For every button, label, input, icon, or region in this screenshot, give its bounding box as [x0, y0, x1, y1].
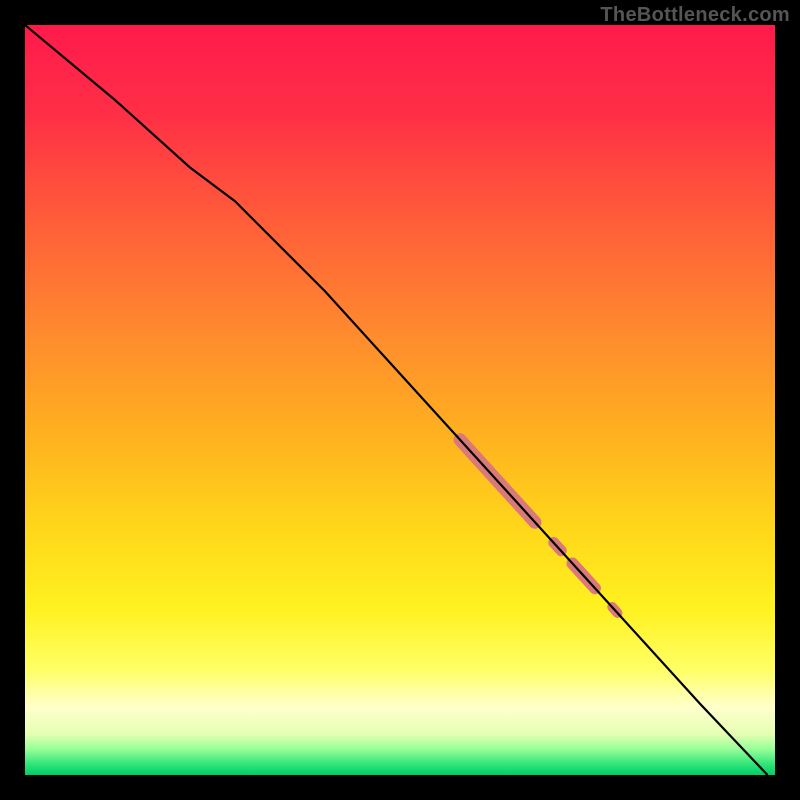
chart-canvas [25, 25, 775, 775]
plot-area [25, 25, 775, 775]
chart-frame: TheBottleneck.com [0, 0, 800, 800]
attribution-label: TheBottleneck.com [600, 4, 790, 27]
